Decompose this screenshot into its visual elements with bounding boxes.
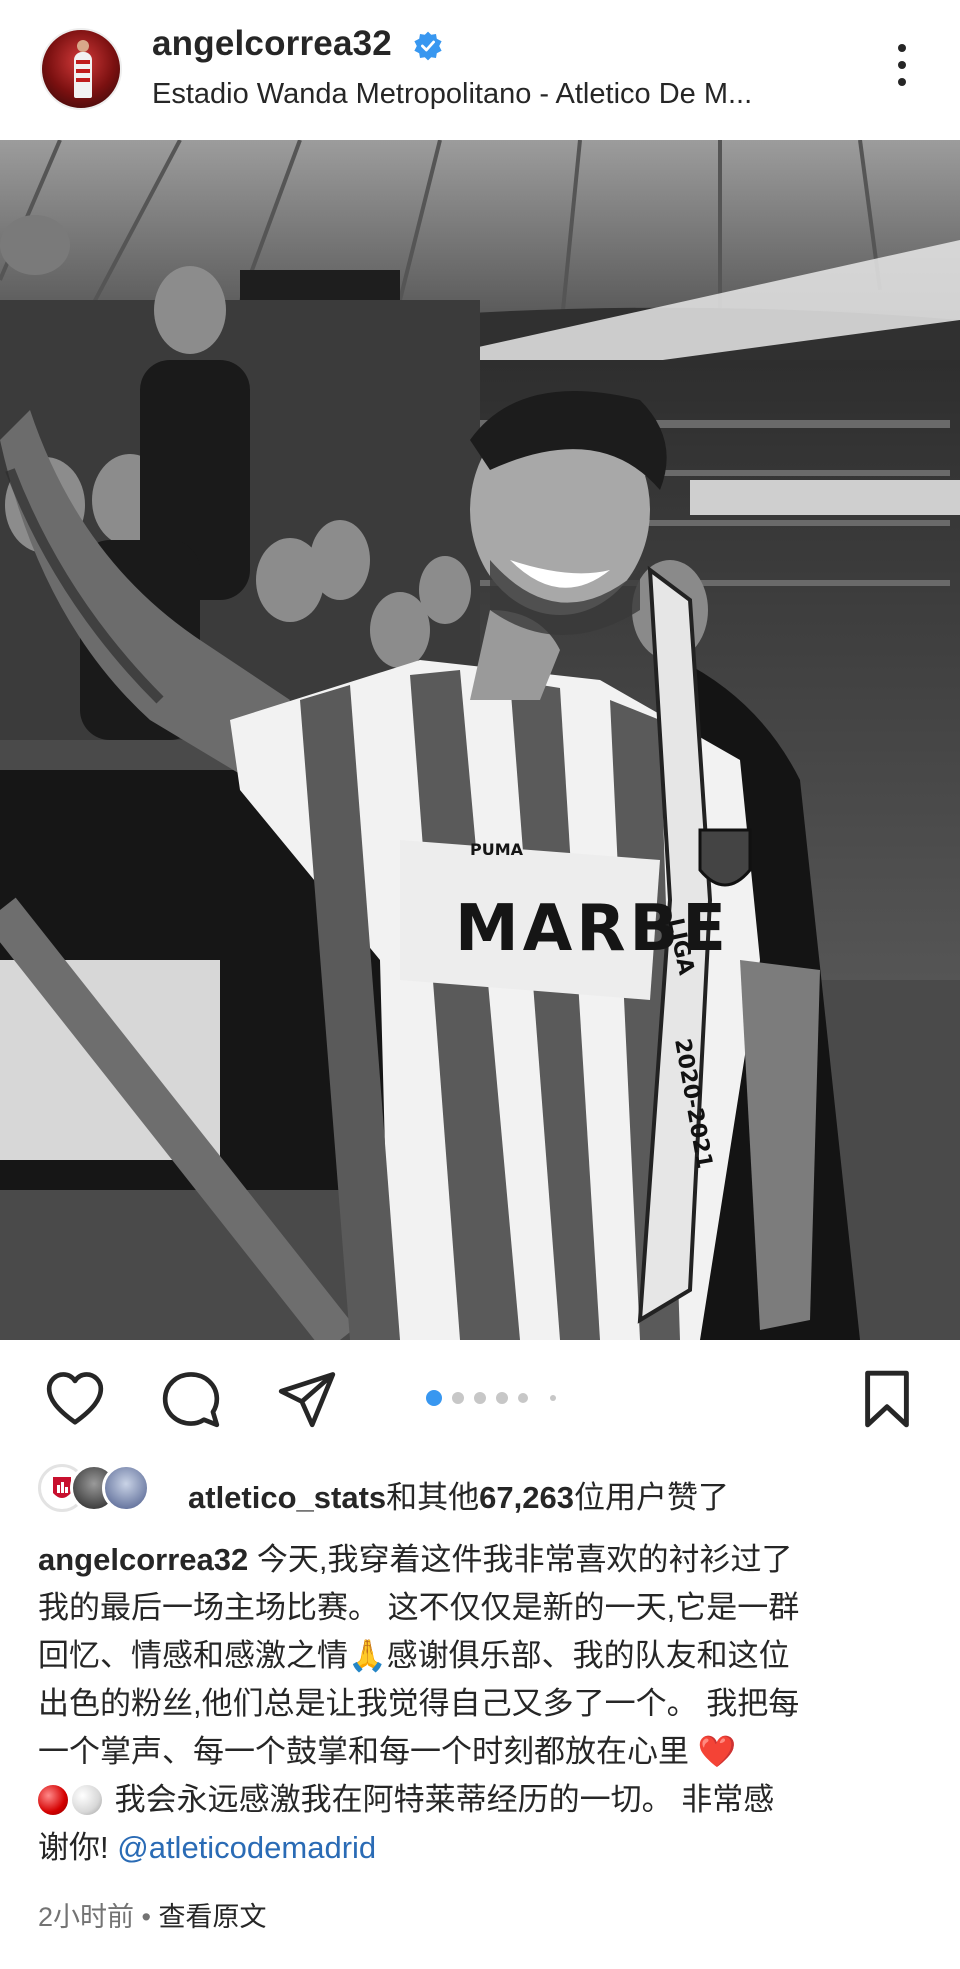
post-timestamp: 2小时前 <box>38 1902 135 1932</box>
post-username[interactable]: angelcorrea32 <box>152 24 392 64</box>
post-location[interactable]: Estadio Wanda Metropolitano - Atletico D… <box>152 78 752 111</box>
liked-by-username[interactable]: atletico_stats <box>188 1480 386 1515</box>
post-meta: 2小时前 • 查看原文 <box>38 1895 267 1934</box>
likes-summary[interactable]: atletico_stats和其他67,263位用户赞了 <box>188 1472 729 1517</box>
white-ball-emoji <box>72 1785 102 1815</box>
user-avatar[interactable] <box>40 28 122 110</box>
carousel-dot <box>550 1395 556 1401</box>
send-icon[interactable] <box>276 1368 338 1430</box>
carousel-dot <box>518 1393 528 1403</box>
mention-link[interactable]: @atleticodemadrid <box>117 1830 376 1865</box>
jersey-sponsor-text: MARBE <box>455 892 730 966</box>
photo-illustration: 2020-2021 LIGA MARBE PUMA <box>0 140 960 1340</box>
jersey-brand-text: PUMA <box>470 840 524 859</box>
heart-icon[interactable] <box>44 1368 106 1430</box>
caption-line: 回忆、情感和感激之情🙏感谢俱乐部、我的队友和这位 <box>38 1638 790 1673</box>
post-caption: angelcorrea32 今天,我穿着这件我非常喜欢的衬衫过了 我的最后一场主… <box>38 1536 928 1872</box>
caption-line: 今天,我穿着这件我非常喜欢的衬衫过了 <box>248 1542 793 1577</box>
club-crest <box>698 828 752 887</box>
red-ball-emoji <box>38 1785 68 1815</box>
caption-line: 出色的粉丝,他们总是让我觉得自己又多了一个。 我把每 <box>38 1686 800 1721</box>
carousel-dot-active <box>426 1390 442 1406</box>
likes-text-suffix: 和其他 <box>386 1480 480 1515</box>
comment-icon[interactable] <box>160 1368 222 1430</box>
caption-line: 我的最后一场主场比赛。 这不仅仅是新的一天,它是一群 <box>38 1590 800 1625</box>
liker-avatar <box>102 1464 150 1512</box>
caption-username[interactable]: angelcorrea32 <box>38 1542 248 1577</box>
carousel-dot <box>474 1392 486 1404</box>
more-vertical-icon[interactable] <box>890 44 914 94</box>
carousel-dot <box>452 1392 464 1404</box>
post-photo[interactable]: 2020-2021 LIGA MARBE PUMA <box>0 140 960 1340</box>
caption-line: 一个掌声、每一个鼓掌和每一个时刻都放在心里 ❤️ <box>38 1734 737 1769</box>
meta-separator: • <box>134 1902 159 1932</box>
likes-count[interactable]: 67,263 <box>479 1480 574 1515</box>
carousel-dot <box>496 1392 508 1404</box>
bookmark-icon[interactable] <box>856 1368 918 1430</box>
caption-line: 谢你! <box>38 1830 118 1865</box>
post-header: angelcorrea32 Estadio Wanda Metropolitan… <box>0 0 960 140</box>
caption-line: 我会永远感激我在阿特莱蒂经历的一切。 非常感 <box>106 1782 775 1817</box>
verified-badge-icon <box>414 31 442 61</box>
see-original-link[interactable]: 查看原文 <box>159 1902 267 1932</box>
likes-row[interactable]: atletico_stats和其他67,263位用户赞了 <box>38 1462 938 1522</box>
likes-text-end: 位用户赞了 <box>573 1480 729 1515</box>
